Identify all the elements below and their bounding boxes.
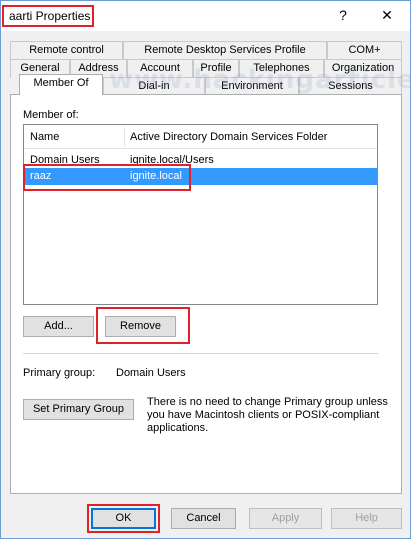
set-primary-group-button[interactable]: Set Primary Group [23,399,134,420]
properties-dialog: aarti Properties ? ✕ Remote control Remo… [0,0,411,539]
tab-profile[interactable]: Profile [193,59,239,78]
column-header-folder[interactable]: Active Directory Domain Services Folder [130,125,327,149]
member-of-list[interactable]: Name Active Directory Domain Services Fo… [23,124,378,305]
primary-group-note-line-2: you have Macintosh clients or POSIX-comp… [147,409,380,421]
remove-highlight-box [96,307,190,344]
tab-remote-control[interactable]: Remote control [10,41,123,60]
apply-button[interactable]: Apply [249,508,322,529]
tab-com-plus[interactable]: COM+ [327,41,402,60]
add-button[interactable]: Add... [23,316,94,337]
title-highlight-box [2,5,94,27]
close-icon[interactable]: ✕ [375,5,399,27]
cancel-button[interactable]: Cancel [171,508,236,529]
member-of-label: Member of: [23,109,79,121]
tab-organization[interactable]: Organization [324,59,402,78]
tab-remote-desktop-services-profile[interactable]: Remote Desktop Services Profile [123,41,327,60]
column-separator[interactable] [124,127,125,147]
primary-group-value: Domain Users [116,367,186,379]
list-header: Name Active Directory Domain Services Fo… [24,125,377,149]
column-header-name[interactable]: Name [30,125,59,149]
primary-group-note-line-3: applications. [147,422,209,434]
title-bar: aarti Properties ? ✕ [1,1,410,31]
tab-account[interactable]: Account [127,59,193,78]
help-title-button[interactable]: ? [331,5,355,27]
tab-telephones[interactable]: Telephones [239,59,324,78]
tab-member-of[interactable]: Member Of [19,74,103,95]
ok-highlight-box [87,504,160,533]
selected-row-highlight-box [23,164,191,191]
help-button[interactable]: Help [331,508,402,529]
primary-group-label: Primary group: [23,367,96,379]
primary-group-note-line-1: There is no need to change Primary group… [147,396,388,408]
section-divider [23,353,378,354]
